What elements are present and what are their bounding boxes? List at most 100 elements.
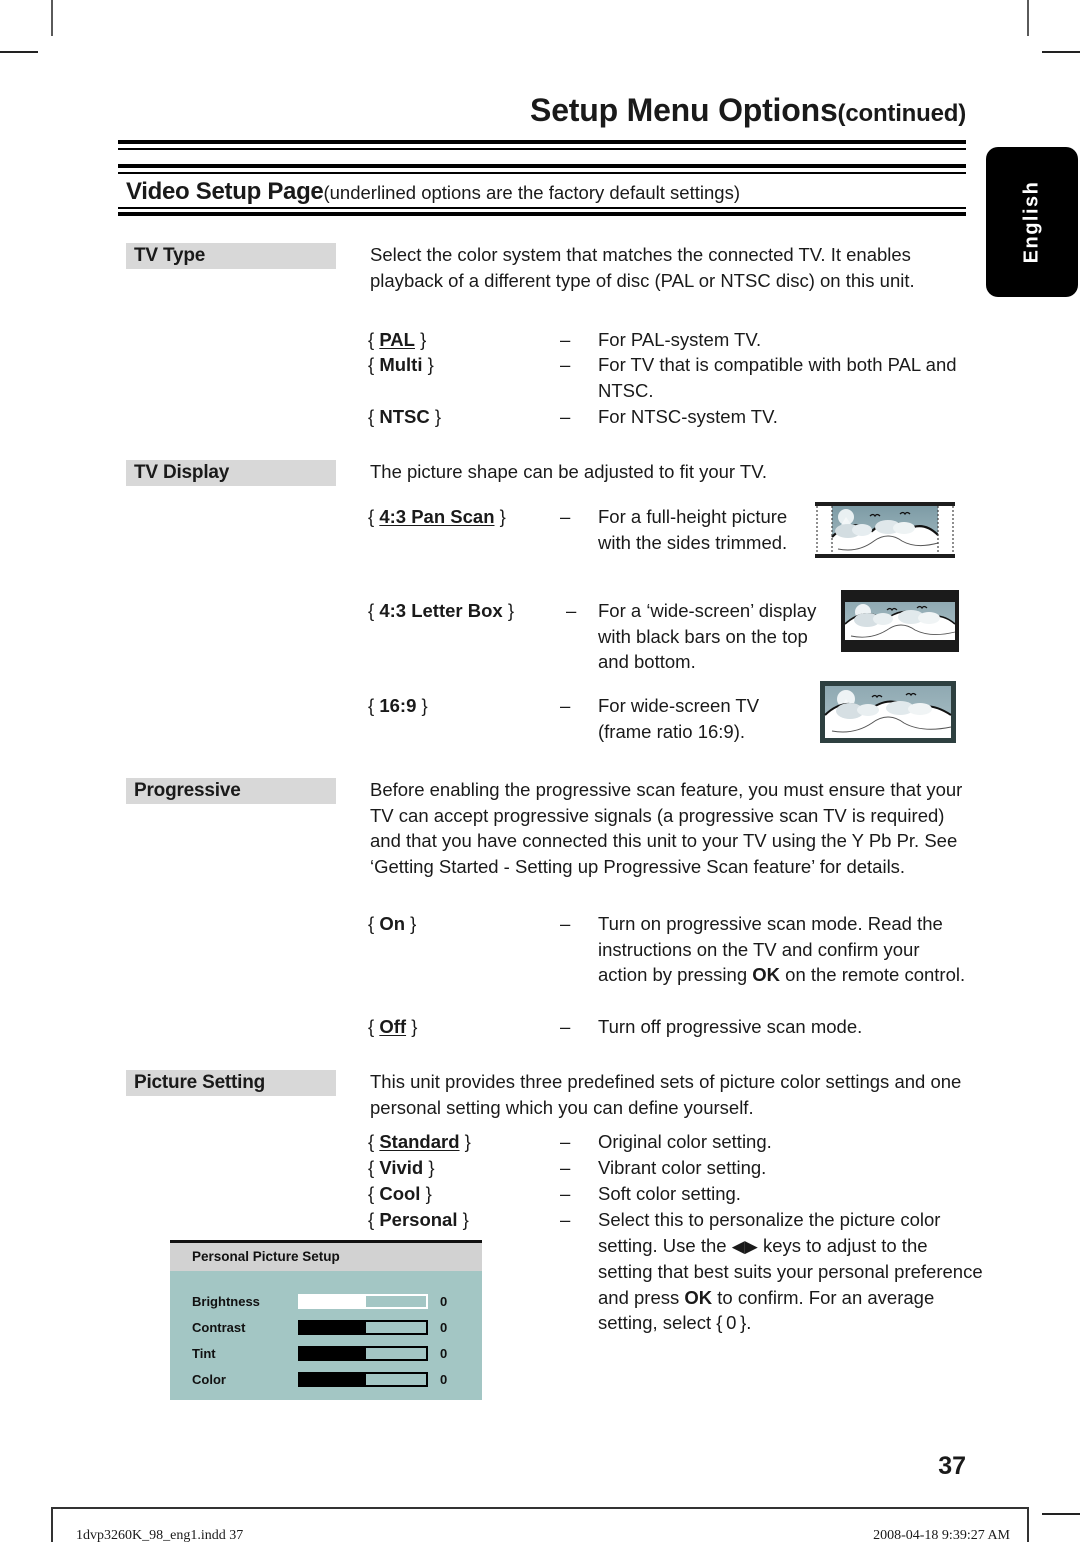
brace-close: } <box>425 1183 432 1204</box>
setting-value: 0 <box>440 1320 448 1335</box>
option-dash-personal: – <box>560 1209 571 1230</box>
panel-header-title: Personal Picture Setup <box>170 1243 482 1271</box>
setting-value: 0 <box>440 1372 448 1387</box>
setting-row-brightness[interactable]: Brightness 0 <box>192 1292 470 1311</box>
option-personal: { Personal } <box>368 1207 469 1233</box>
footer-rule <box>51 1507 1029 1509</box>
option-desc-off: Turn off progressive scan mode. <box>598 1016 863 1037</box>
option-dash-cool: – <box>560 1183 571 1204</box>
pan-scan-thumbnail-svg <box>812 497 958 565</box>
option-dash-ntsc: – <box>560 406 571 427</box>
setting-label: Tint <box>192 1346 216 1361</box>
setting-label: Contrast <box>192 1320 246 1335</box>
page-title-continued: (continued) <box>837 100 967 127</box>
option-desc-pal: For PAL-system TV. <box>598 329 762 350</box>
band-rule-thick-lower <box>118 212 966 216</box>
slider-fill <box>300 1374 366 1385</box>
brace-close: } <box>411 1016 418 1037</box>
header-rule-thick-top <box>118 140 966 144</box>
band-rule-thin-lower <box>118 207 966 209</box>
option-label: PAL <box>379 329 415 350</box>
brace-open: { <box>368 695 375 716</box>
option-desc-cool: Soft color setting. <box>598 1183 741 1204</box>
option-desc-16-9: For wide-screen TV (frame ratio 16:9). <box>598 695 760 742</box>
footer-filename: 1dvp3260K_98_eng1.indd 37 <box>76 1528 244 1543</box>
slider-fill <box>300 1322 366 1333</box>
option-desc-ntsc: For NTSC-system TV. <box>598 406 778 427</box>
option-dash-letter-box: – <box>566 600 577 621</box>
color-slider[interactable] <box>298 1372 428 1387</box>
video-setup-page-heading: Video Setup Page(underlined options are … <box>126 178 966 206</box>
ok-key-label: OK <box>684 1286 713 1308</box>
slider-fill <box>300 1296 366 1307</box>
option-dash-on: – <box>560 913 571 934</box>
setting-value: 0 <box>440 1346 448 1361</box>
setting-row-tint[interactable]: Tint 0 <box>192 1344 470 1363</box>
widescreen-thumbnail-svg <box>820 681 956 743</box>
section-label-picture-setting: Picture Setting <box>126 1070 336 1096</box>
section-label-tv-type: TV Type <box>126 243 336 269</box>
brace-close: } <box>420 329 427 350</box>
option-label: 16:9 <box>379 695 417 716</box>
brace-close: } <box>428 1157 435 1178</box>
option-label: 4:3 Letter Box <box>379 600 503 621</box>
band-rule-thick-upper <box>118 164 966 168</box>
section-label-tv-display: TV Display <box>126 460 336 486</box>
option-multi: { Multi } <box>368 352 434 378</box>
setting-value: 0 <box>440 1294 448 1309</box>
video-setup-page-title: Video Setup Page <box>126 178 324 205</box>
section-intro-tv-type: Select the color system that matches the… <box>370 244 915 291</box>
option-desc-vivid: Vibrant color setting. <box>598 1157 767 1178</box>
letter-box-thumbnail-svg <box>841 590 959 652</box>
option-label: NTSC <box>379 406 430 427</box>
personal-picture-setup-panel: Personal Picture Setup Brightness 0 Cont… <box>170 1240 482 1400</box>
option-on: { On } <box>368 911 416 937</box>
brace-close: } <box>464 1131 471 1152</box>
language-tab-english: English <box>986 147 1078 297</box>
brace-open: { <box>368 506 375 527</box>
brace-close: } <box>434 406 442 427</box>
option-desc-letter-box: For a ‘wide-screen’ display with black b… <box>598 600 817 672</box>
option-dash-16-9: – <box>560 695 571 716</box>
brace-open: { <box>368 913 375 934</box>
brace-open: { <box>368 1183 375 1204</box>
section-label-progressive: Progressive <box>126 778 336 804</box>
option-label: Multi <box>379 354 423 375</box>
option-label: Vivid <box>379 1157 424 1178</box>
footer-tick-left <box>51 1508 53 1542</box>
option-desc-pan-scan: For a full-height picture with the sides… <box>598 506 788 553</box>
page-title-main: Setup Menu Options <box>530 92 838 128</box>
option-pan-scan: { 4:3 Pan Scan } <box>368 504 506 530</box>
option-dash-standard: – <box>560 1131 571 1152</box>
setting-label: Brightness <box>192 1294 260 1309</box>
tint-slider[interactable] <box>298 1346 428 1361</box>
option-letter-box: { 4:3 Letter Box } <box>368 598 514 624</box>
brightness-slider[interactable] <box>298 1294 428 1309</box>
brace-open: { <box>368 329 375 350</box>
option-off: { Off } <box>368 1014 417 1040</box>
pan-scan-thumbnail <box>812 497 958 565</box>
footer-tick-right <box>1027 1508 1029 1542</box>
brace-open: { <box>368 1016 375 1037</box>
brace-close: } <box>427 354 434 375</box>
setting-row-contrast[interactable]: Contrast 0 <box>192 1318 470 1337</box>
contrast-slider[interactable] <box>298 1320 428 1335</box>
option-vivid: { Vivid } <box>368 1155 435 1181</box>
option-cool: { Cool } <box>368 1181 432 1207</box>
setting-row-color[interactable]: Color 0 <box>192 1370 470 1389</box>
brace-open: { <box>368 600 375 621</box>
option-desc-standard: Original color setting. <box>598 1131 772 1152</box>
band-rule-thin-upper <box>118 172 966 174</box>
section-intro-picture-setting: This unit provides three predefined sets… <box>370 1071 962 1118</box>
header-rule-thin-top <box>118 148 966 150</box>
ok-key-label: OK <box>752 964 781 985</box>
letter-box-thumbnail <box>841 590 959 652</box>
option-desc-multi: For TV that is compatible with both PAL … <box>598 354 957 401</box>
option-label: Cool <box>379 1183 421 1204</box>
page-number: 37 <box>938 1452 966 1480</box>
crop-mark-bottom-right-horizontal <box>1042 1513 1080 1515</box>
option-16-9: { 16:9 } <box>368 693 428 719</box>
brace-close: } <box>421 695 428 716</box>
brace-open: { <box>368 406 375 427</box>
option-label: Off <box>379 1016 407 1037</box>
